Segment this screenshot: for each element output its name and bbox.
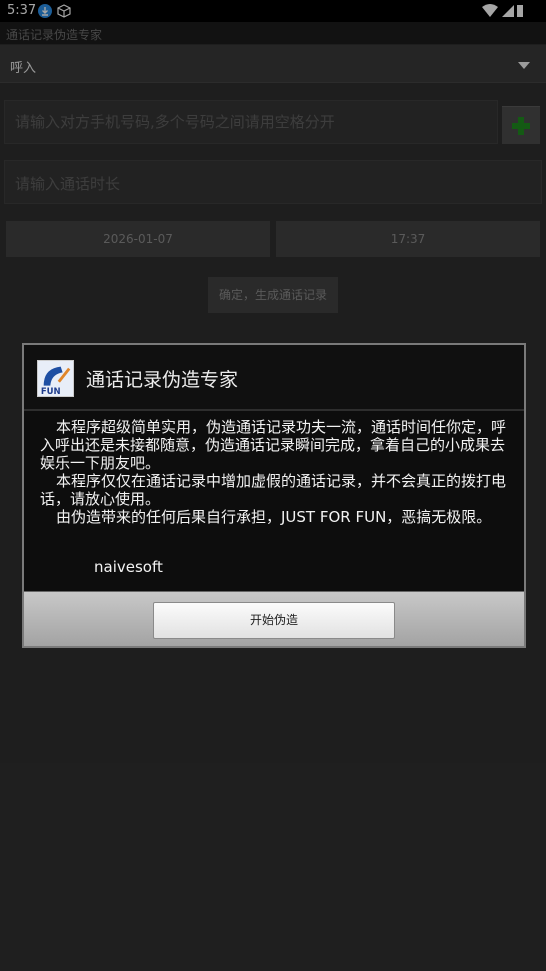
dialog-header: FUN 通话记录伪造专家	[24, 345, 524, 409]
start-forging-button[interactable]: 开始伪造	[153, 602, 395, 639]
dialog-message: 本程序超级简单实用，伪造通话记录功夫一流，通话时间任你定，呼入呼出还是未接都随意…	[40, 418, 512, 526]
dialog-footer: 开始伪造	[24, 591, 524, 646]
dialog-divider	[24, 409, 524, 411]
dialog-paragraph: 本程序仅仅在通话记录中增加虚假的通话记录，并不会真正的拨打电话，请放心使用。	[40, 472, 507, 508]
dialog-signature: naivesoft	[94, 558, 163, 576]
app-logo-icon: FUN	[37, 360, 74, 397]
start-forging-label: 开始伪造	[249, 613, 298, 627]
dialog-paragraph: 本程序超级简单实用，伪造通话记录功夫一流，通话时间任你定，呼入呼出还是未接都随意…	[40, 418, 507, 472]
about-dialog: FUN 通话记录伪造专家 本程序超级简单实用，伪造通话记录功夫一流，通话时间任你…	[22, 343, 526, 648]
dialog-title: 通话记录伪造专家	[86, 369, 239, 391]
logo-text: FUN	[41, 387, 61, 397]
dialog-paragraph: 由伪造带来的任何后果自行承担，JUST FOR FUN，恶搞无极限。	[56, 508, 492, 526]
